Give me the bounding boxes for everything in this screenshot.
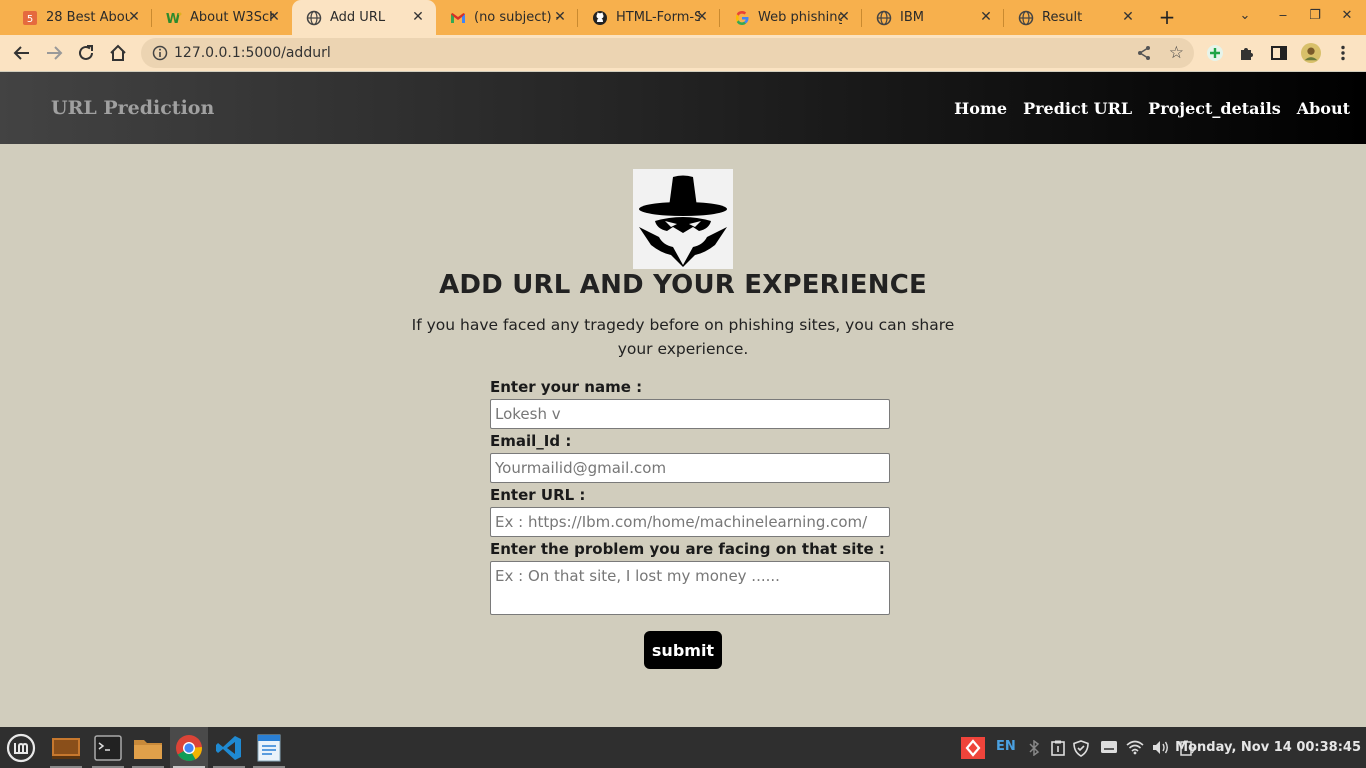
github-icon (592, 10, 608, 26)
writer-icon[interactable] (253, 732, 285, 764)
clipboard-icon[interactable] (1050, 740, 1066, 756)
bluetooth-icon[interactable] (1028, 740, 1040, 756)
svg-text:W: W (166, 12, 180, 26)
language-indicator[interactable]: EN (996, 739, 1016, 754)
tab-28-best[interactable]: 5 28 Best Abou ✕ (8, 0, 152, 35)
close-icon[interactable]: ✕ (836, 9, 852, 25)
url-text[interactable]: 127.0.0.1:5000/addurl (174, 45, 331, 61)
svg-text:5: 5 (27, 14, 33, 25)
email-input[interactable] (490, 453, 890, 483)
forward-icon[interactable] (43, 42, 65, 64)
name-input[interactable] (490, 399, 890, 429)
wifi-icon[interactable] (1126, 740, 1144, 755)
volume-icon[interactable] (1152, 740, 1170, 755)
side-panel-icon[interactable] (1269, 43, 1289, 63)
google-icon (734, 10, 750, 26)
close-icon[interactable]: ✕ (552, 9, 568, 25)
tab-title: IBM (900, 10, 924, 25)
bookmark-star-icon[interactable]: ☆ (1169, 43, 1184, 63)
globe-icon (1018, 10, 1034, 26)
share-icon[interactable] (1136, 45, 1152, 65)
tab-title: Web phishing (758, 10, 842, 25)
spy-hat-icon (633, 169, 733, 269)
tab-result[interactable]: Result ✕ (1004, 0, 1146, 35)
tab-title: HTML-Form-S (616, 10, 700, 25)
close-icon[interactable]: ✕ (1120, 9, 1136, 25)
back-icon[interactable] (11, 42, 33, 64)
tab-strip: 5 28 Best Abou ✕ W About W3Sch ✕ Add URL… (0, 0, 1366, 35)
tab-title: About W3Sch (190, 10, 274, 25)
name-label: Enter your name : (490, 378, 643, 396)
url-input[interactable] (490, 507, 890, 537)
vscode-icon[interactable] (213, 732, 245, 764)
site-nav: Home Predict URL Project_details About (954, 99, 1350, 118)
desktop-icon[interactable] (50, 732, 82, 764)
globe-icon (306, 10, 322, 26)
shield-icon[interactable] (1073, 740, 1089, 757)
tab-add-url[interactable]: Add URL ✕ (292, 0, 436, 35)
maximize-icon[interactable]: ❐ (1306, 8, 1324, 23)
menu-kebab-icon[interactable] (1333, 43, 1353, 63)
tab-web-phishing[interactable]: Web phishing ✕ (720, 0, 862, 35)
w3schools-icon: W (166, 10, 182, 26)
tab-title: Add URL (330, 10, 386, 25)
close-icon[interactable]: ✕ (978, 9, 994, 25)
info-icon[interactable] (152, 45, 168, 61)
problem-label: Enter the problem you are facing on that… (490, 540, 885, 558)
reload-icon[interactable] (75, 42, 97, 64)
tab-title: (no subject) - (474, 10, 558, 25)
globe-icon (876, 10, 892, 26)
extensions-puzzle-icon[interactable] (1237, 43, 1257, 63)
files-icon[interactable] (132, 732, 164, 764)
html5-icon: 5 (22, 10, 38, 26)
keyboard-icon[interactable] (1100, 740, 1118, 754)
new-tab-button[interactable]: + (1157, 7, 1177, 27)
page-description: If you have faced any tragedy before on … (411, 316, 955, 358)
site-header: URL Prediction Home Predict URL Project_… (0, 72, 1366, 144)
close-icon[interactable]: ✕ (410, 9, 426, 25)
terminal-icon[interactable] (92, 732, 124, 764)
nav-project-details[interactable]: Project_details (1148, 99, 1281, 118)
browser-toolbar: 127.0.0.1:5000/addurl ☆ (0, 35, 1366, 71)
url-label: Enter URL : (490, 486, 586, 504)
tab-title: 28 Best Abou (46, 10, 130, 25)
tab-title: Result (1042, 10, 1083, 25)
problem-textarea[interactable] (490, 561, 890, 615)
gmail-icon (450, 10, 466, 26)
taskbar: EN Monday, Nov 14 00:38:45 (0, 727, 1366, 768)
minimize-icon[interactable]: ‒ (1274, 8, 1292, 23)
site-brand[interactable]: URL Prediction (51, 97, 214, 119)
close-icon[interactable]: ✕ (266, 9, 282, 25)
clock[interactable]: Monday, Nov 14 00:38:45 (1175, 740, 1361, 755)
nav-about[interactable]: About (1297, 99, 1350, 118)
address-bar[interactable]: 127.0.0.1:5000/addurl ☆ (141, 38, 1194, 68)
close-window-icon[interactable]: ✕ (1338, 8, 1356, 23)
profile-avatar[interactable] (1301, 43, 1321, 63)
tab-github[interactable]: HTML-Form-S ✕ (578, 0, 720, 35)
nav-home[interactable]: Home (954, 99, 1007, 118)
anydesk-icon[interactable] (961, 737, 985, 759)
page-title: ADD URL AND YOUR EXPERIENCE (439, 270, 927, 300)
submit-button[interactable]: submit (644, 631, 722, 669)
home-icon[interactable] (107, 42, 129, 64)
email-label: Email_Id : (490, 432, 572, 450)
nav-predict-url[interactable]: Predict URL (1023, 99, 1132, 118)
close-icon[interactable]: ✕ (694, 9, 710, 25)
chrome-icon[interactable] (173, 732, 205, 764)
tab-ibm[interactable]: IBM ✕ (862, 0, 1004, 35)
tab-search-icon[interactable]: ⌄ (1236, 8, 1254, 23)
close-icon[interactable]: ✕ (126, 9, 142, 25)
tab-gmail[interactable]: (no subject) - ✕ (436, 0, 578, 35)
tab-about-w3schools[interactable]: W About W3Sch ✕ (152, 0, 292, 35)
mint-menu-icon[interactable] (5, 732, 37, 764)
extension-plus-icon[interactable] (1205, 43, 1225, 63)
